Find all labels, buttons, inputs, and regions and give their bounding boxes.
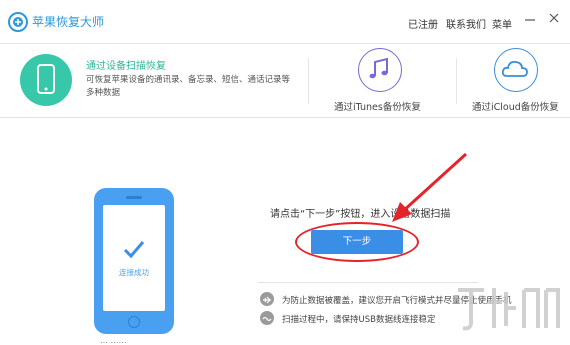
cloud-icon xyxy=(494,48,538,92)
connection-status: 连接成功 xyxy=(119,268,149,277)
registered-link[interactable]: 已注册 xyxy=(408,16,438,31)
phone-icon xyxy=(20,54,72,106)
contact-us-link[interactable]: 联系我们 xyxy=(446,16,486,31)
mode-device-desc: 可恢复苹果设备的通讯录、备忘录、短信、通话记录等多种数据 xyxy=(86,75,291,98)
annotation-arrow xyxy=(392,152,468,222)
app-logo-icon xyxy=(8,12,28,32)
airplane-icon xyxy=(260,292,274,306)
mode-divider xyxy=(456,58,457,104)
menu-link[interactable]: 菜单 xyxy=(492,16,512,31)
mode-divider xyxy=(308,58,309,104)
phone-home-button xyxy=(128,316,140,328)
phone-screen: 连接成功 xyxy=(103,205,165,311)
app-title: 苹果恢复大师 xyxy=(32,15,105,29)
music-note-icon xyxy=(358,48,402,92)
watermark-logo xyxy=(458,288,560,331)
mode-icloud-label: 通过iCloud备份恢复 xyxy=(472,102,559,113)
phone-illustration: 连接成功 xyxy=(94,188,174,334)
tip-usb-connection: 扫描过程中，请保持USB数据线连接稳定 xyxy=(282,315,436,325)
recovery-mode-bar: 通过设备扫描恢复 可恢复苹果设备的通讯录、备忘录、短信、通话记录等多种数据 通过… xyxy=(0,44,570,118)
usb-icon xyxy=(260,311,274,325)
title-bar: 苹果恢复大师 已注册 联系我们 菜单 xyxy=(0,0,570,44)
phone-speaker xyxy=(126,196,142,199)
mode-device-title: 通过设备扫描恢复 xyxy=(86,61,166,72)
checkmark-icon xyxy=(123,241,145,259)
tips-divider xyxy=(258,282,478,283)
minimize-icon[interactable] xyxy=(522,10,538,26)
close-icon[interactable] xyxy=(546,10,562,26)
mode-itunes-label: 通过iTunes备份恢复 xyxy=(334,102,421,113)
